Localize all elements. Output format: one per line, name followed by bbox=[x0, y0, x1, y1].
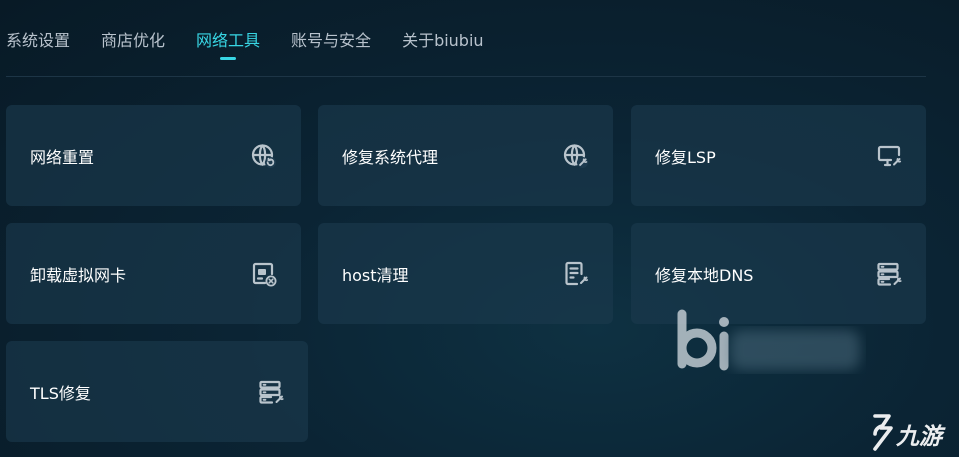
card-label: 修复系统代理 bbox=[342, 147, 439, 167]
card-label: TLS修复 bbox=[30, 383, 91, 403]
tab-account-security[interactable]: 账号与安全 bbox=[291, 29, 371, 63]
settings-tab-bar: 系统设置 商店优化 网络工具 账号与安全 关于biubiu bbox=[6, 29, 515, 63]
tab-label: 商店优化 bbox=[101, 31, 166, 50]
tab-divider bbox=[6, 76, 926, 77]
uninstall-virtual-nic-button[interactable]: 卸载虚拟网卡 bbox=[6, 223, 301, 324]
document-clean-icon bbox=[563, 261, 589, 287]
server-repair-icon bbox=[258, 379, 284, 405]
host-clean-button[interactable]: host清理 bbox=[318, 223, 613, 324]
tab-system-settings[interactable]: 系统设置 bbox=[6, 29, 70, 63]
tab-about-biubiu[interactable]: 关于biubiu bbox=[402, 29, 484, 63]
card-label: 网络重置 bbox=[30, 147, 95, 167]
card-label: 修复LSP bbox=[655, 147, 716, 167]
tab-store-optimization[interactable]: 商店优化 bbox=[101, 29, 165, 63]
network-reset-button[interactable]: 网络重置 bbox=[6, 105, 301, 206]
tls-repair-button[interactable]: TLS修复 bbox=[6, 341, 308, 442]
server-repair-icon bbox=[876, 261, 902, 287]
biubiu-watermark-logo bbox=[677, 309, 860, 371]
card-label: 卸载虚拟网卡 bbox=[30, 265, 127, 285]
card-label: host清理 bbox=[342, 265, 409, 285]
network-card-remove-icon bbox=[251, 261, 277, 287]
repair-system-proxy-button[interactable]: 修复系统代理 bbox=[318, 105, 613, 206]
svg-text:九游: 九游 bbox=[895, 424, 946, 450]
monitor-repair-icon bbox=[876, 143, 902, 169]
repair-lsp-button[interactable]: 修复LSP bbox=[631, 105, 926, 206]
tab-label: 关于biubiu bbox=[402, 31, 484, 50]
active-tab-indicator bbox=[220, 57, 237, 60]
card-label: 修复本地DNS bbox=[655, 265, 754, 285]
tab-label: 账号与安全 bbox=[291, 31, 372, 50]
jiuyou-watermark-logo: 九游 bbox=[873, 414, 946, 451]
tab-label: 网络工具 bbox=[196, 31, 261, 50]
globe-reset-icon bbox=[251, 143, 277, 169]
tab-label: 系统设置 bbox=[6, 31, 71, 50]
globe-repair-icon bbox=[563, 143, 589, 169]
tab-network-tools[interactable]: 网络工具 bbox=[196, 29, 260, 63]
